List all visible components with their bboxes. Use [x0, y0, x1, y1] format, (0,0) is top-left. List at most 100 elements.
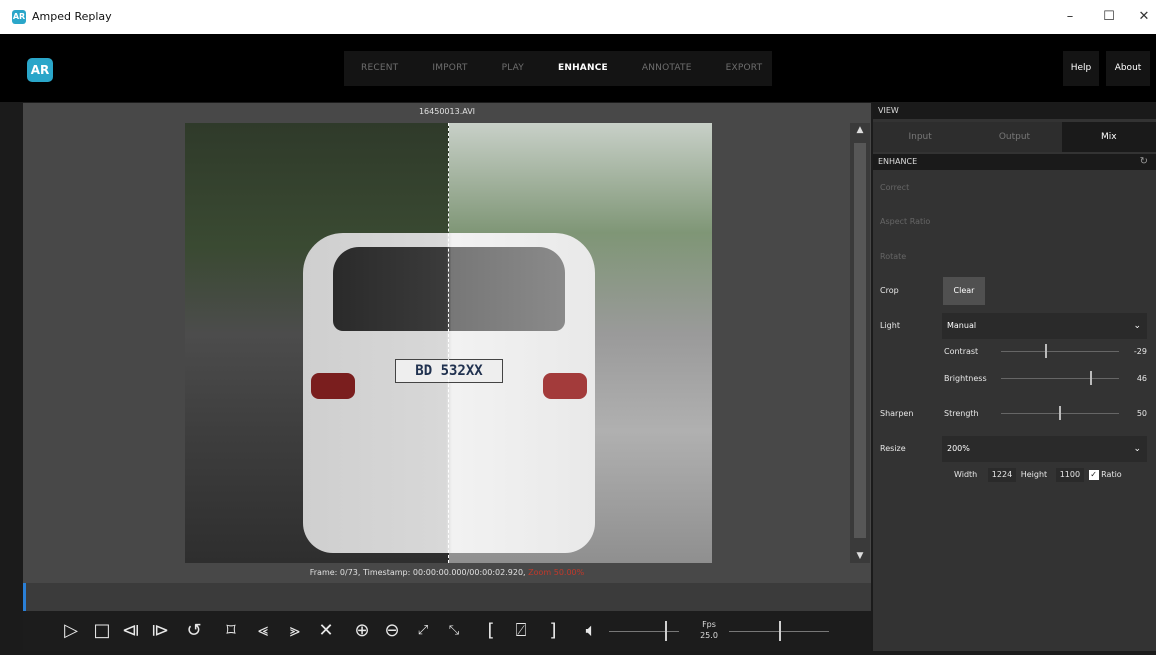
main-navigation: RECENT IMPORT PLAY ENHANCE ANNOTATE EXPO… — [344, 51, 772, 86]
license-plate: BD 532XX — [395, 359, 503, 383]
mark-in-icon[interactable]: [ — [479, 619, 503, 643]
timeline[interactable] — [23, 583, 871, 611]
strength-value: 50 — [1136, 409, 1147, 418]
volume-slider[interactable] — [609, 631, 679, 632]
play-icon[interactable]: ▷ — [59, 619, 83, 643]
light-label: Light — [880, 321, 900, 330]
loop-icon[interactable]: ↺ — [182, 619, 206, 643]
chevron-down-icon: ⌄ — [1133, 321, 1141, 331]
resize-dimensions: Width 1224 Height 1100 ✓ Ratio — [954, 468, 1122, 482]
about-button[interactable]: About — [1106, 51, 1150, 86]
strength-slider-knob[interactable] — [1059, 406, 1061, 420]
fps-readout: Fps 25.0 — [697, 619, 721, 641]
mix-split-handle[interactable] — [448, 123, 449, 563]
tab-play[interactable]: PLAY — [485, 51, 541, 86]
previous-frame-icon[interactable]: ⧏ — [119, 619, 143, 643]
settings-panel: VIEW Input Output Mix ENHANCE ↻ Correct … — [873, 103, 1156, 651]
tab-import[interactable]: IMPORT — [415, 51, 484, 86]
window-title: Amped Replay — [32, 10, 112, 23]
video-frame[interactable]: BD 532XX — [185, 123, 712, 563]
volume-slider-knob[interactable] — [665, 621, 667, 641]
width-label: Width — [954, 470, 978, 479]
view-section-header: VIEW — [873, 103, 1156, 119]
correct-label[interactable]: Correct — [880, 183, 909, 192]
maximize-button[interactable]: ☐ — [1094, 6, 1124, 28]
brightness-slider-knob[interactable] — [1090, 371, 1092, 385]
car-tail-light-right — [543, 373, 587, 399]
zoom-in-icon[interactable]: ⊕ — [350, 619, 374, 643]
close-window-button[interactable]: ✕ — [1129, 6, 1156, 28]
brightness-label: Brightness — [944, 374, 987, 383]
enhance-section-title: ENHANCE — [878, 157, 918, 166]
rewind-icon[interactable]: ⪡ — [251, 619, 275, 643]
minimize-button[interactable]: – — [1055, 6, 1085, 28]
stop-icon[interactable]: □ — [90, 619, 114, 643]
tab-annotate[interactable]: ANNOTATE — [625, 51, 709, 86]
contrast-slider-knob[interactable] — [1045, 344, 1047, 358]
fit-icon[interactable]: ⤢ — [411, 619, 435, 643]
fps-label: Fps — [702, 620, 716, 629]
tab-enhance[interactable]: ENHANCE — [541, 51, 625, 86]
ratio-checkbox[interactable]: ✓ — [1088, 469, 1099, 480]
zoom-out-icon[interactable]: ⊖ — [380, 619, 404, 643]
contrast-slider[interactable] — [1001, 351, 1119, 352]
app-icon: AR — [12, 10, 26, 24]
logo-text: AR — [30, 63, 50, 77]
chevron-down-icon: ⌄ — [1133, 444, 1141, 454]
video-viewer: 16450013.AVI BD 532XX Frame: 0/73, Times… — [23, 103, 871, 583]
enhance-section-header: ENHANCE ↻ — [873, 154, 1156, 170]
scrollbar-thumb[interactable] — [854, 143, 866, 538]
close-icon[interactable]: ✕ — [314, 619, 338, 643]
height-field[interactable]: 1100 — [1055, 468, 1085, 482]
rotate-label[interactable]: Rotate — [880, 252, 906, 261]
aspect-ratio-label[interactable]: Aspect Ratio — [880, 217, 930, 226]
ratio-label: Ratio — [1101, 470, 1122, 479]
playback-controls: ▷ □ ⧏ ⧐ ↺ ⌑ ⪡ ⪢ ✕ ⊕ ⊖ ⤢ ⤡ [ ⍁ ] 🔈︎ Fps 2… — [23, 611, 871, 651]
car-image: BD 532XX — [303, 233, 595, 553]
car-tail-light-left — [311, 373, 355, 399]
resize-label: Resize — [880, 444, 906, 453]
bookmark-icon[interactable]: ⌑ — [219, 619, 243, 643]
file-name: 16450013.AVI — [418, 107, 476, 116]
tab-recent[interactable]: RECENT — [344, 51, 415, 86]
mark-out-icon[interactable]: ] — [541, 619, 565, 643]
reset-icon[interactable]: ↻ — [1140, 154, 1148, 170]
window-titlebar: AR Amped Replay – ☐ ✕ — [0, 0, 1156, 34]
light-mode-select[interactable]: Manual ⌄ — [942, 313, 1147, 339]
next-frame-icon[interactable]: ⧐ — [148, 619, 172, 643]
sharpen-label: Sharpen — [880, 409, 914, 418]
resize-select[interactable]: 200% ⌄ — [942, 436, 1147, 462]
frame-timestamp: Frame: 0/73, Timestamp: 00:00:00.000/00:… — [309, 568, 526, 577]
view-tab-mix[interactable]: Mix — [1061, 122, 1156, 152]
height-label: Height — [1020, 470, 1048, 479]
viewer-scrollbar[interactable]: ▲ ▼ — [850, 123, 870, 563]
volume-icon[interactable]: 🔈︎ — [579, 619, 603, 643]
resize-value: 200% — [947, 444, 970, 453]
brightness-slider[interactable] — [1001, 378, 1119, 379]
brightness-value: 46 — [1136, 374, 1147, 383]
shrink-icon[interactable]: ⤡ — [442, 619, 466, 643]
frame-status: Frame: 0/73, Timestamp: 00:00:00.000/00:… — [23, 568, 871, 577]
contrast-label: Contrast — [944, 347, 979, 356]
tab-export[interactable]: EXPORT — [709, 51, 780, 86]
view-tab-output[interactable]: Output — [967, 122, 1061, 152]
app-logo: AR — [27, 58, 53, 82]
scroll-down-icon[interactable]: ▼ — [850, 551, 870, 561]
view-mode-tabs: Input Output Mix — [873, 122, 1156, 152]
fps-slider-knob[interactable] — [779, 621, 781, 641]
scroll-up-icon[interactable]: ▲ — [850, 125, 870, 135]
car-rear-window — [333, 247, 565, 331]
strength-label: Strength — [944, 409, 979, 418]
fps-value: 25.0 — [700, 631, 718, 640]
light-mode-value: Manual — [947, 321, 977, 330]
crop-clear-button[interactable]: Clear — [943, 277, 985, 305]
timeline-cursor[interactable] — [23, 583, 26, 611]
clear-marks-icon[interactable]: ⍁ — [509, 619, 533, 643]
contrast-value: -29 — [1133, 347, 1147, 356]
width-field[interactable]: 1224 — [987, 468, 1017, 482]
zoom-level: Zoom 50.00% — [528, 568, 585, 577]
help-button[interactable]: Help — [1063, 51, 1099, 86]
fast-forward-icon[interactable]: ⪢ — [283, 619, 307, 643]
crop-label: Crop — [880, 286, 899, 295]
view-tab-input[interactable]: Input — [873, 122, 967, 152]
